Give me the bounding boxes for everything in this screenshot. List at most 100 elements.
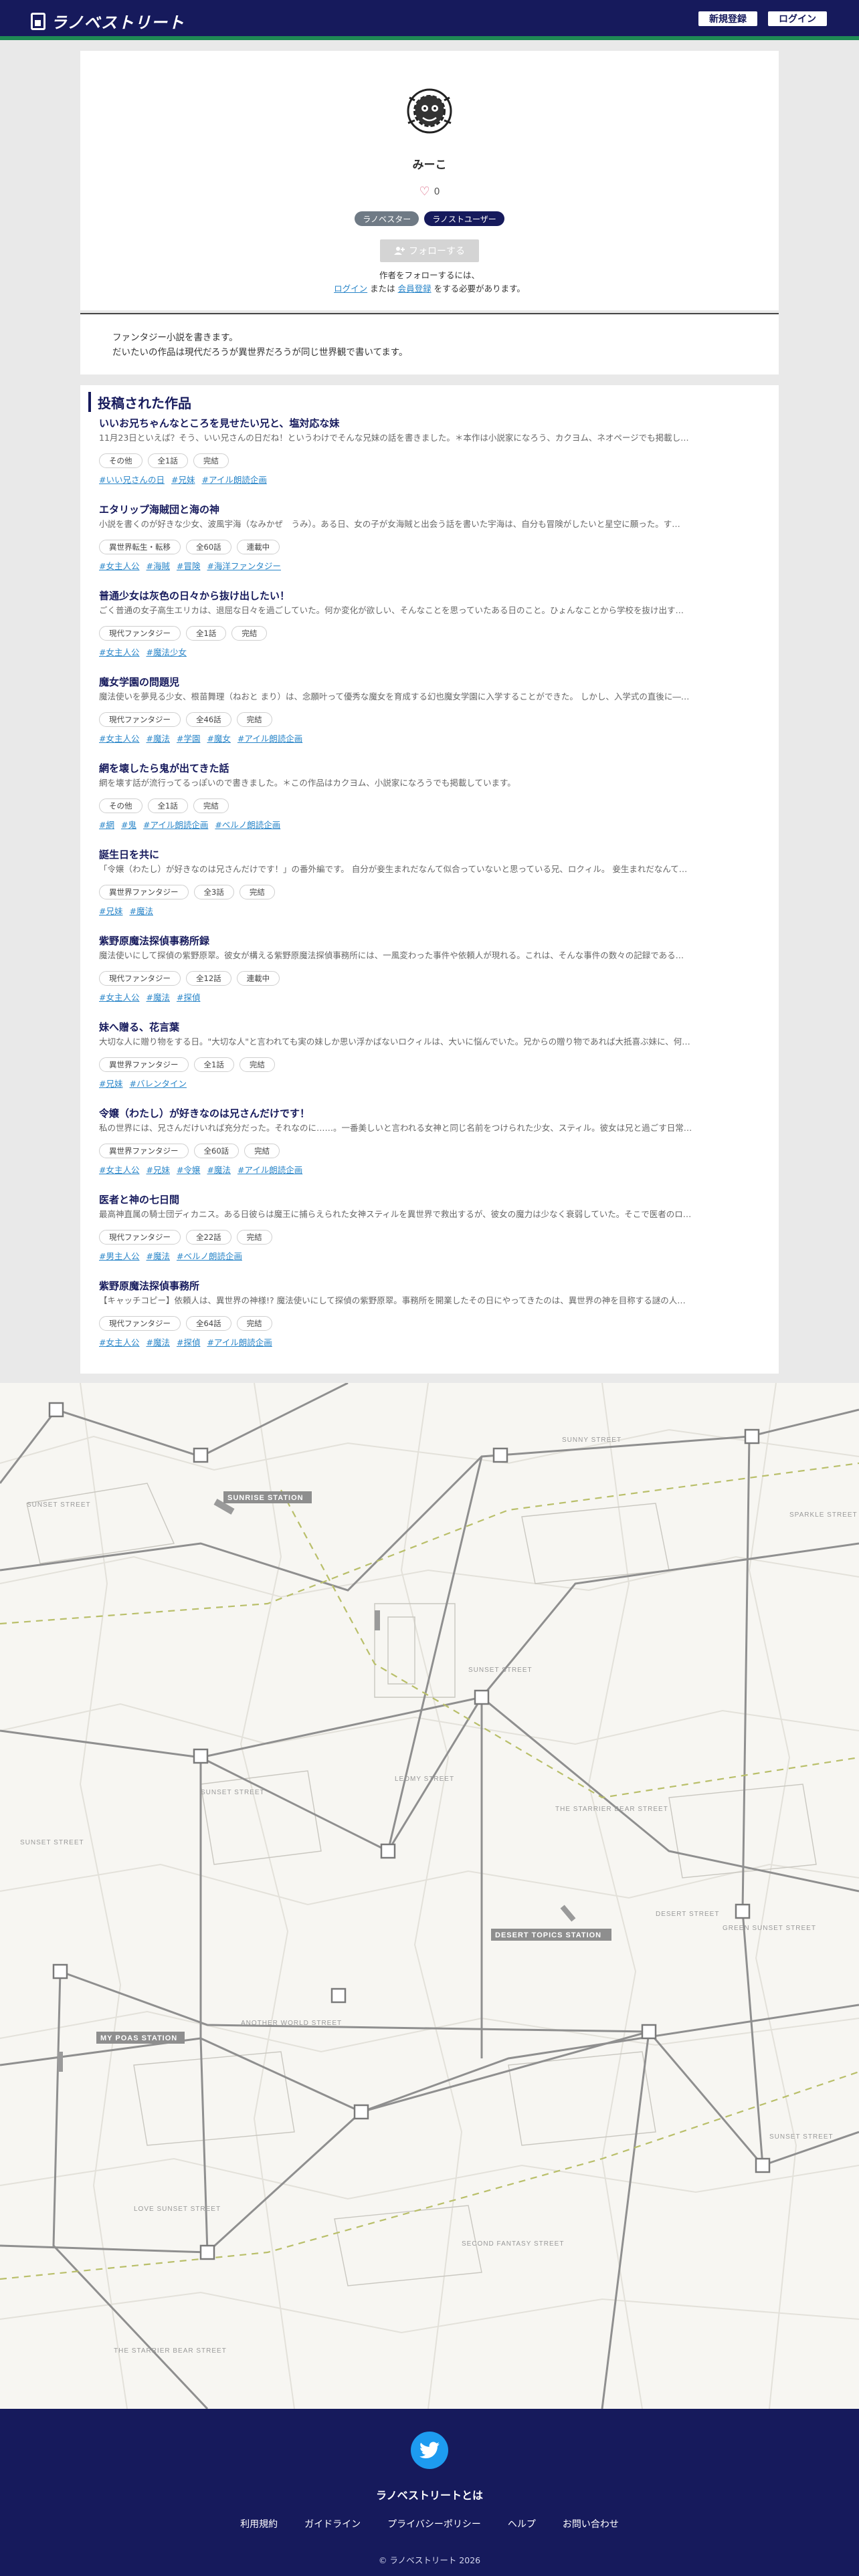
- work-tag[interactable]: #女主人公: [99, 1335, 139, 1348]
- like-count: 0: [434, 186, 440, 197]
- work-tag[interactable]: #ベルノ朗読企画: [215, 818, 280, 831]
- work-tag[interactable]: #男主人公: [99, 1249, 139, 1262]
- work-tag[interactable]: #魔法: [146, 1249, 169, 1262]
- follow-note-or: または: [367, 284, 398, 294]
- work-tag[interactable]: #アイル朗読企画: [201, 473, 266, 486]
- work-tag[interactable]: #探偵: [177, 1335, 200, 1348]
- work-tag[interactable]: #兄妹: [146, 1163, 169, 1176]
- work-genre: その他: [99, 798, 142, 813]
- work-item[interactable]: 魔女学園の問題児 魔法使いを夢見る少女、根苗舞理（ねおと まり）は、念願叶って優秀…: [99, 675, 761, 744]
- work-genre: 異世界ファンタジー: [99, 1057, 189, 1072]
- work-tag[interactable]: #アイル朗読企画: [237, 732, 302, 744]
- follow-note-login-link[interactable]: ログイン: [334, 284, 367, 294]
- work-episode-count: 全12話: [186, 971, 231, 986]
- work-tag[interactable]: #女主人公: [99, 645, 139, 658]
- work-tag[interactable]: #アイル朗読企画: [237, 1163, 302, 1176]
- work-item[interactable]: 普通少女は灰色の日々から抜け出したい！ ごく普通の女子高生エリカは、退屈な日々を過…: [99, 588, 761, 658]
- work-tag[interactable]: #魔法: [207, 1163, 230, 1176]
- work-title[interactable]: 令嬢（わたし）が好きなのは兄さんだけです！: [99, 1106, 761, 1121]
- work-tag[interactable]: #女主人公: [99, 990, 139, 1003]
- work-meta: 異世界転生・転移 全60話 連載中: [99, 540, 761, 554]
- work-tag[interactable]: #魔法: [129, 904, 153, 917]
- work-tag[interactable]: #魔法少女: [146, 645, 186, 658]
- work-meta: 現代ファンタジー 全22話 完結: [99, 1230, 761, 1245]
- work-tag[interactable]: #学園: [177, 732, 200, 744]
- work-tag[interactable]: #兄妹: [171, 473, 195, 486]
- work-item[interactable]: エタリップ海賊団と海の神小説を書くのが好きな少女、波風宇海（なみかぜ うみ）。あ…: [99, 502, 761, 572]
- work-tag[interactable]: #バレンタイン: [129, 1077, 186, 1089]
- work-meta: 現代ファンタジー 全64話 完結: [99, 1316, 761, 1331]
- work-item[interactable]: 紫野原魔法探偵事務所 【キャッチコピー】依頼人は、異世界の神様!? 魔法使いにして…: [99, 1279, 761, 1348]
- work-genre: 異世界ファンタジー: [99, 885, 189, 899]
- map-street-name: DESERT STREET: [656, 1911, 719, 1918]
- work-tag[interactable]: #ベルノ朗読企画: [177, 1249, 242, 1262]
- work-description: 網を壊す話が流行ってるっぽいので書きました。＊この作品はカクヨム、小説家になろう…: [99, 778, 516, 788]
- work-item[interactable]: 紫野原魔法探偵事務所録 魔法使いにして探偵の紫野原翠。彼女が構える紫野原魔法探偵事…: [99, 934, 761, 1003]
- work-title[interactable]: 普通少女は灰色の日々から抜け出したい！: [99, 588, 761, 603]
- work-tags: #女主人公 #魔法 #学園 #魔女 #アイル朗読企画: [99, 731, 761, 744]
- work-tag[interactable]: #アイル朗読企画: [143, 818, 208, 831]
- footer-about-link[interactable]: ラノベストリートとは: [0, 2486, 859, 2502]
- work-tag[interactable]: #女主人公: [99, 559, 139, 572]
- work-title[interactable]: 誕生日を共に: [99, 847, 761, 862]
- work-tag[interactable]: #いい兄さんの日: [99, 473, 165, 486]
- work-title[interactable]: 網を壊したら鬼が出てきた話: [99, 761, 761, 776]
- site-logo[interactable]: ラノベストリート: [31, 9, 185, 33]
- work-title[interactable]: エタリップ海賊団と海の神: [99, 502, 761, 517]
- map-street-name: SUNSET STREET: [468, 1667, 533, 1674]
- footer-link-guidelines[interactable]: ガイドライン: [304, 2517, 361, 2531]
- work-tag[interactable]: #アイル朗読企画: [207, 1335, 272, 1348]
- work-item[interactable]: 誕生日を共に 「令嬢（わたし）が好きなのは兄さんだけです！」の番外編です。 自分が…: [99, 847, 761, 917]
- work-status: 完結: [231, 626, 268, 641]
- work-tags: #網 #鬼 #アイル朗読企画 #ベルノ朗読企画: [99, 817, 761, 831]
- work-title[interactable]: 紫野原魔法探偵事務所: [99, 1279, 761, 1293]
- work-tag[interactable]: #兄妹: [99, 1077, 122, 1089]
- work-tag[interactable]: #令嬢: [177, 1163, 200, 1176]
- work-item[interactable]: いいお兄ちゃんなところを見せたい兄と、塩対応な妹 11月23日といえば？そう、いい…: [99, 416, 761, 486]
- work-tag[interactable]: #海賊: [146, 559, 169, 572]
- work-status: 完結: [193, 453, 229, 468]
- footer-link-contact[interactable]: お問い合わせ: [563, 2517, 619, 2531]
- work-tag[interactable]: #女主人公: [99, 732, 139, 744]
- work-item[interactable]: 医者と神の七日間 最高神直属の騎士団ディカニス。ある日彼らは魔王に捕らえられた女神…: [99, 1192, 761, 1262]
- work-episode-count: 全1話: [193, 1057, 234, 1072]
- twitter-link[interactable]: [411, 2432, 448, 2469]
- site-header: ラノベストリート 新規登録 ログイン: [0, 0, 859, 40]
- work-genre: 現代ファンタジー: [99, 971, 181, 986]
- heart-icon[interactable]: ♡: [419, 185, 430, 199]
- work-tag[interactable]: #女主人公: [99, 1163, 139, 1176]
- work-title[interactable]: 魔女学園の問題児: [99, 675, 761, 689]
- work-title[interactable]: 医者と神の七日間: [99, 1192, 761, 1207]
- work-tag[interactable]: #兄妹: [99, 904, 122, 917]
- work-tag[interactable]: #冒険: [177, 559, 200, 572]
- work-item[interactable]: 妹へ贈る、花言葉 大切な人に贈り物をする日。"大切な人"と言われても実の妹しか思い…: [99, 1020, 761, 1089]
- work-tag[interactable]: #網: [99, 818, 114, 831]
- work-tag[interactable]: #魔法: [146, 732, 169, 744]
- footer-link-help[interactable]: ヘルプ: [508, 2517, 536, 2531]
- footer-link-terms[interactable]: 利用規約: [240, 2517, 278, 2531]
- work-description: 11月23日といえば？そう、いい兄さんの日だね！というわけでそんな兄妹の話を書き…: [99, 433, 689, 443]
- map-illustration: SUNRISE STATION MY POAS STATION DESERT TOP…: [0, 1383, 859, 2409]
- work-tag[interactable]: #魔法: [146, 990, 169, 1003]
- follow-button[interactable]: フォローする: [380, 239, 479, 262]
- work-status: 完結: [236, 1316, 272, 1331]
- bio-card: ファンタジー小説を書きます。 だいたいの作品は現代だろうが異世界だろうが同じ世界…: [80, 313, 779, 374]
- work-tag[interactable]: #魔法: [146, 1335, 169, 1348]
- work-tag[interactable]: #海洋ファンタジー: [207, 559, 280, 572]
- login-button[interactable]: ログイン: [768, 11, 827, 26]
- follow-note-register-link[interactable]: 会員登録: [398, 284, 432, 294]
- work-item[interactable]: 令嬢（わたし）が好きなのは兄さんだけです！ 私の世界には、兄さんだけいれば充分だっ…: [99, 1106, 761, 1176]
- work-item[interactable]: 網を壊したら鬼が出てきた話網を壊す話が流行ってるっぽいので書きました。＊この作品…: [99, 761, 761, 831]
- work-title[interactable]: 妹へ贈る、花言葉: [99, 1020, 761, 1035]
- work-tag[interactable]: #鬼: [121, 818, 136, 831]
- work-genre: 現代ファンタジー: [99, 626, 181, 641]
- work-tag[interactable]: #探偵: [177, 990, 200, 1003]
- footer-link-privacy[interactable]: プライバシーポリシー: [387, 2517, 481, 2531]
- register-button[interactable]: 新規登録: [698, 11, 757, 26]
- work-title[interactable]: いいお兄ちゃんなところを見せたい兄と、塩対応な妹: [99, 416, 761, 431]
- map-street-name: THE STARRIER BEAR STREET: [114, 2347, 227, 2355]
- work-title[interactable]: 紫野原魔法探偵事務所録: [99, 934, 761, 948]
- like-counter[interactable]: ♡ 0: [80, 185, 779, 199]
- work-description: 小説を書くのが好きな少女、波風宇海（なみかぜ うみ）。ある日、女の子が女海賊と出…: [99, 519, 680, 529]
- work-tag[interactable]: #魔女: [207, 732, 230, 744]
